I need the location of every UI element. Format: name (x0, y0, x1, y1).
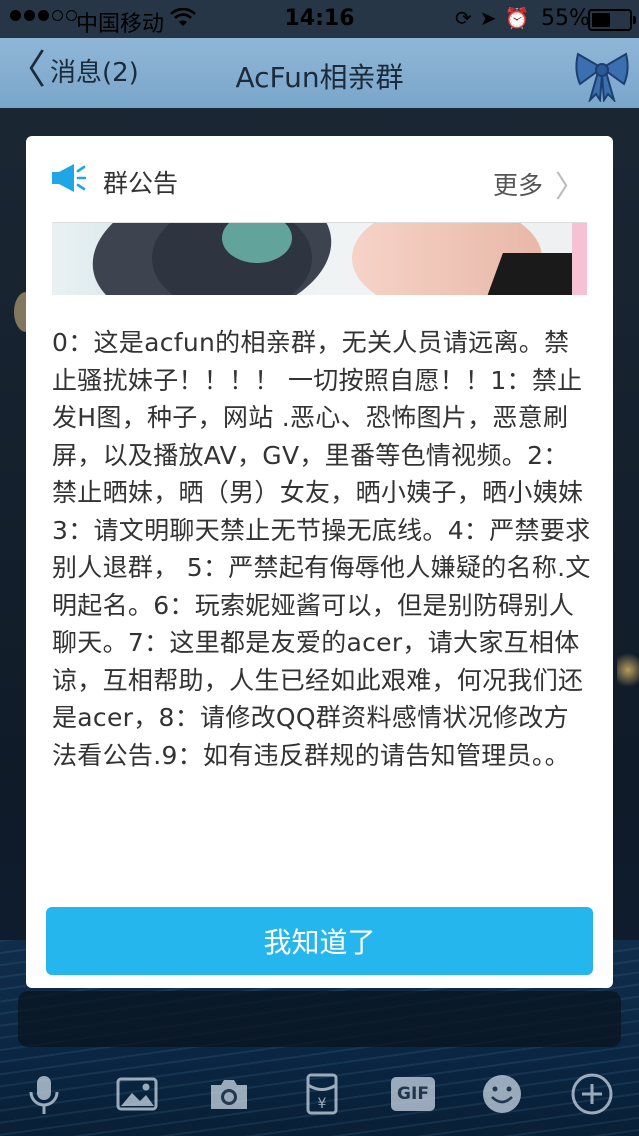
notice-body-text: 0：这是acfun的相亲群，无关人员请远离。禁止骚扰妹子！！！！ 一切按照自愿！… (52, 328, 591, 770)
dialog-header: 群公告 更多 〉 (26, 136, 613, 222)
chevron-right-icon: 〉 (555, 170, 585, 205)
red-packet-icon[interactable]: ¥ (300, 1072, 344, 1116)
plus-icon[interactable] (570, 1072, 614, 1116)
battery-icon (588, 9, 636, 31)
navigation-bar: 〈 消息(2) AcFun相亲群 (0, 38, 639, 108)
group-notice-dialog: 群公告 更多 〉 0：这是acfun的相亲群，无关人员请远离。禁止骚扰妹子！！！… (26, 136, 613, 988)
more-label: 更多 (492, 171, 543, 200)
microphone-icon[interactable] (22, 1072, 66, 1116)
confirm-button[interactable]: 我知道了 (46, 907, 593, 975)
bow-icon[interactable] (572, 48, 632, 102)
svg-text:¥: ¥ (318, 1096, 327, 1112)
chat-toolbar: ¥ GIF (0, 1050, 639, 1136)
notice-banner-image (52, 223, 587, 295)
rotation-lock-icon: ⟳ (455, 6, 480, 30)
gif-icon[interactable]: GIF (391, 1077, 435, 1111)
battery-percent: 55% (541, 6, 590, 31)
more-button[interactable]: 更多 〉 (493, 162, 585, 206)
image-icon[interactable] (115, 1072, 159, 1116)
message-input[interactable] (18, 991, 621, 1047)
page-title: AcFun相亲群 (235, 61, 404, 94)
status-bar: 中国移动 14:16 ⟳➤⏰ 55% (0, 0, 639, 38)
megaphone-icon (52, 164, 86, 192)
dialog-title: 群公告 (103, 169, 179, 198)
emoji-icon[interactable] (480, 1072, 524, 1116)
location-icon: ➤ (479, 6, 505, 30)
camera-icon[interactable] (207, 1072, 251, 1116)
alarm-icon: ⏰ (504, 6, 538, 30)
